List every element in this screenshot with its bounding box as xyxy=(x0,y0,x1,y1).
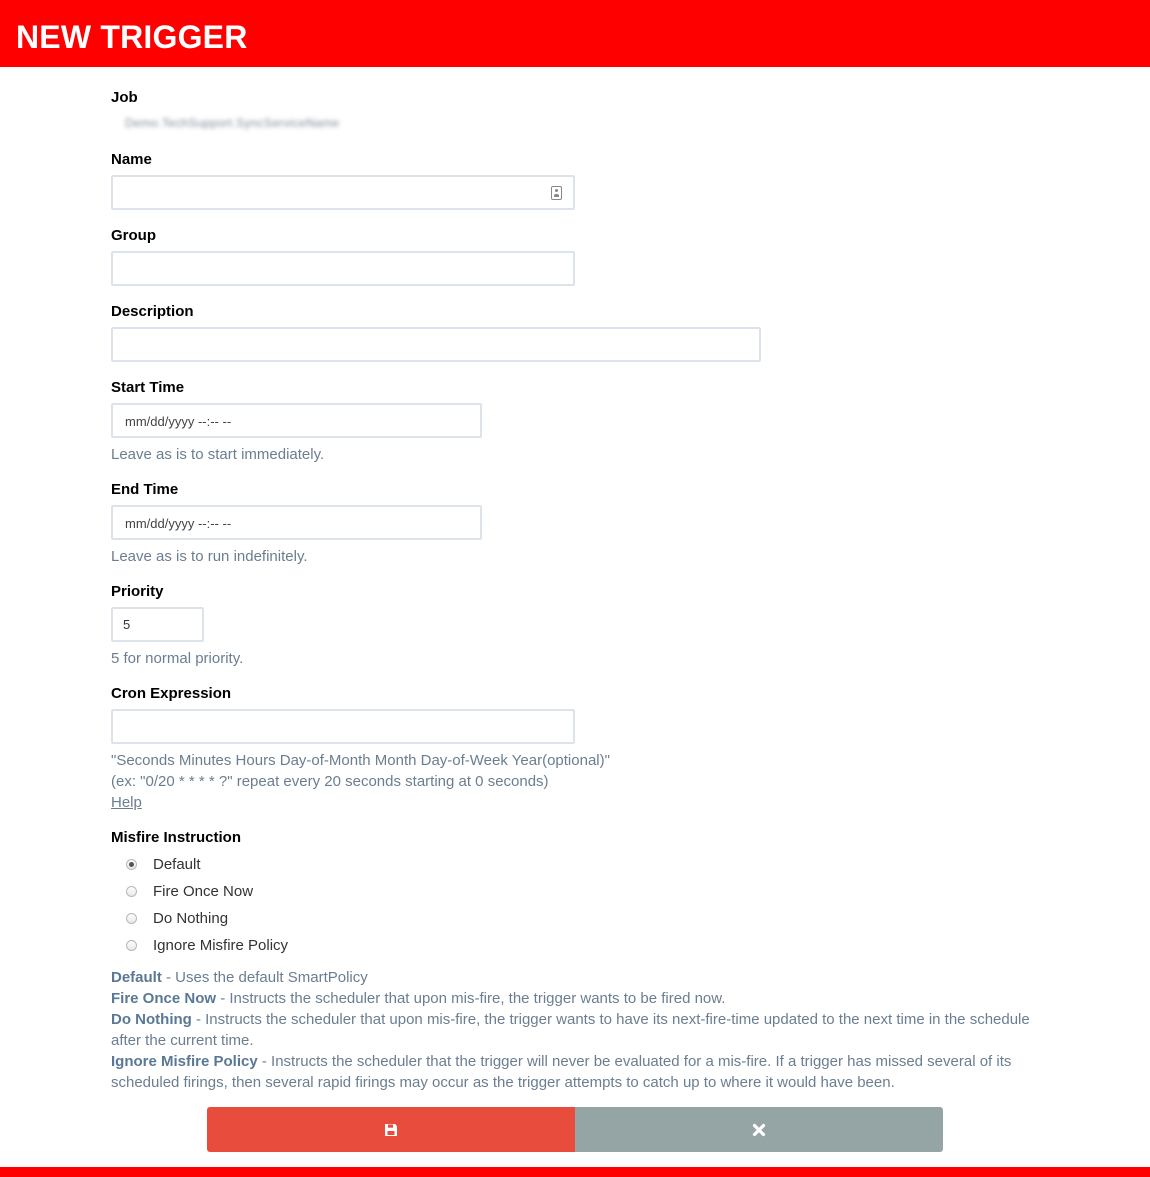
priority-help: 5 for normal priority. xyxy=(111,650,244,667)
misfire-desc-default: Default - Uses the default SmartPolicy xyxy=(111,969,368,986)
start-time-label: Start Time xyxy=(111,379,185,396)
cancel-button[interactable] xyxy=(575,1107,943,1152)
start-time-help: Leave as is to start immediately. xyxy=(111,446,325,463)
radio-label-ignore-misfire-policy: Ignore Misfire Policy xyxy=(153,937,289,954)
radio-label-fire-once-now: Fire Once Now xyxy=(153,883,254,900)
group-label: Group xyxy=(111,227,156,244)
radio-label-do-nothing: Do Nothing xyxy=(153,910,229,927)
page-header: NEW TRIGGER xyxy=(0,0,1150,67)
description-input[interactable] xyxy=(111,327,761,362)
end-time-input[interactable]: mm/dd/yyyy --:-- -- xyxy=(111,505,482,540)
save-icon xyxy=(385,1123,397,1136)
cron-help-format: "Seconds Minutes Hours Day-of-Month Mont… xyxy=(111,752,610,769)
description-label: Description xyxy=(111,303,194,320)
close-icon xyxy=(752,1123,766,1136)
radio-label-default: Default xyxy=(153,856,201,873)
priority-label: Priority xyxy=(111,583,164,600)
name-input[interactable] xyxy=(111,175,575,210)
cron-input[interactable] xyxy=(111,709,575,744)
radio-default[interactable] xyxy=(126,859,137,870)
end-time-help: Leave as is to run indefinitely. xyxy=(111,548,308,565)
radio-do-nothing[interactable] xyxy=(126,913,137,924)
job-label: Job xyxy=(111,89,138,106)
cron-label: Cron Expression xyxy=(111,685,232,702)
end-time-label: End Time xyxy=(111,481,179,498)
page-title: NEW TRIGGER xyxy=(16,19,248,55)
job-value: Demo.TechSupport.SyncServiceName xyxy=(125,116,340,130)
cron-help-example: (ex: "0/20 * * * * ?" repeat every 20 se… xyxy=(111,773,549,790)
misfire-desc-fire-once-now: Fire Once Now - Instructs the scheduler … xyxy=(111,990,726,1007)
misfire-desc-ignore-misfire-policy: Ignore Misfire Policy - Instructs the sc… xyxy=(111,1053,1012,1091)
radio-fire-once-now[interactable] xyxy=(126,886,137,897)
start-time-input[interactable]: mm/dd/yyyy --:-- -- xyxy=(111,403,482,438)
group-input[interactable] xyxy=(111,251,575,286)
end-time-value: mm/dd/yyyy --:-- -- xyxy=(125,516,232,531)
priority-input[interactable] xyxy=(111,607,204,642)
start-time-value: mm/dd/yyyy --:-- -- xyxy=(125,414,232,429)
footer-bar xyxy=(0,1167,1150,1177)
cron-help-link[interactable]: Help xyxy=(111,794,142,811)
misfire-descriptions: Default - Uses the default SmartPolicy F… xyxy=(111,967,1041,1093)
save-button[interactable] xyxy=(207,1107,575,1152)
contact-card-icon[interactable] xyxy=(551,186,562,200)
name-label: Name xyxy=(111,151,152,168)
radio-ignore-misfire-policy[interactable] xyxy=(126,940,137,951)
misfire-label: Misfire Instruction xyxy=(111,829,242,846)
misfire-desc-do-nothing: Do Nothing - Instructs the scheduler tha… xyxy=(111,1011,1030,1049)
